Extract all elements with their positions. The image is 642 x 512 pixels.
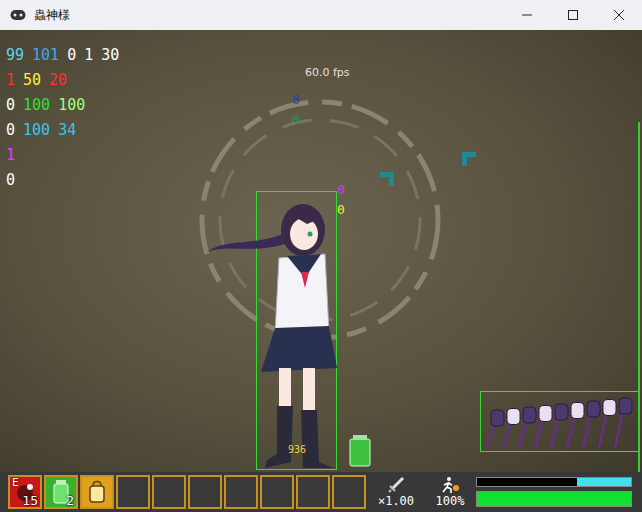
game-view[interactable]: 99101013015020010010001003410 60.0 fps 0…	[0, 30, 642, 472]
attack-stat: ×1.00	[372, 476, 420, 508]
schoolgirl-icon	[257, 192, 338, 471]
debug-value: 0	[67, 46, 76, 64]
canister-icon	[349, 435, 371, 467]
debug-value: 100	[23, 121, 50, 139]
inventory-slot[interactable]: E 15	[8, 475, 42, 509]
debug-marker: 0	[292, 112, 300, 127]
debug-value: 101	[32, 46, 59, 64]
debug-row: 0 100 34	[6, 117, 119, 142]
inventory-slot[interactable]	[188, 475, 222, 509]
debug-value: 1	[6, 71, 15, 89]
screen-edge-line	[638, 122, 640, 472]
inventory-slot[interactable]	[116, 475, 150, 509]
debug-value: 20	[49, 71, 67, 89]
debug-value: 50	[23, 71, 41, 89]
debug-value: 30	[101, 46, 119, 64]
inventory-slot[interactable]	[260, 475, 294, 509]
debug-row: 1 50 20	[6, 67, 119, 92]
debug-overlay: 99101013015020010010001003410	[6, 42, 119, 192]
inventory-slot[interactable]	[332, 475, 366, 509]
minimize-icon	[522, 10, 532, 20]
debug-value: 0	[6, 121, 15, 139]
minimize-button[interactable]	[504, 0, 550, 30]
sword-icon	[387, 476, 405, 494]
player-hitbox	[256, 191, 337, 470]
inventory-slot[interactable]: 2	[44, 475, 78, 509]
debug-marker: 0	[337, 202, 345, 217]
debug-row: 991010130	[6, 42, 119, 67]
damage-number: 936	[288, 444, 306, 455]
hud-bar: E 15 2 ×1.00 100%	[0, 472, 642, 512]
fps-counter: 60.0 fps	[305, 66, 350, 79]
debug-value: 100	[58, 96, 85, 114]
debug-row: 0 100 100	[6, 92, 119, 117]
maximize-icon	[568, 10, 578, 20]
inventory-slot[interactable]	[80, 475, 114, 509]
gamepad-icon	[10, 9, 26, 21]
stamina-fill	[577, 478, 631, 486]
inventory-slot[interactable]	[296, 475, 330, 509]
health-bar	[476, 491, 632, 507]
tile-marker-icon	[380, 172, 394, 186]
close-icon	[614, 10, 624, 20]
debug-value: 1	[84, 46, 93, 64]
centipede-icon	[481, 392, 641, 453]
debug-value: 100	[23, 96, 50, 114]
debug-value: 0	[6, 171, 15, 189]
slot-count: 2	[66, 493, 74, 508]
enemy-hitbox	[480, 391, 640, 452]
window-title: 蟲神様	[34, 7, 70, 24]
lantern-icon	[86, 480, 108, 504]
slot-count: 15	[22, 493, 38, 508]
maximize-button[interactable]	[550, 0, 596, 30]
attack-multiplier: ×1.00	[378, 494, 414, 508]
debug-marker: 0	[337, 182, 345, 197]
slot-label: E	[12, 476, 19, 489]
debug-marker: 0	[292, 92, 300, 107]
tile-marker-icon	[462, 152, 476, 166]
debug-value: 99	[6, 46, 24, 64]
debug-row: 1	[6, 142, 119, 167]
debug-row: 0	[6, 167, 119, 192]
health-fill	[477, 492, 631, 506]
speed-percent: 100%	[436, 494, 465, 508]
speed-stat: 100%	[426, 476, 474, 508]
stamina-bar	[476, 477, 632, 487]
game-window: 蟲神様 99101013015020010010001003410 60.0 f…	[0, 0, 642, 512]
close-button[interactable]	[596, 0, 642, 30]
debug-value: 1	[6, 146, 15, 164]
inventory-slot[interactable]	[224, 475, 258, 509]
debug-value: 34	[58, 121, 76, 139]
title-bar: 蟲神様	[0, 0, 642, 30]
runner-icon	[440, 476, 460, 494]
inventory-slot[interactable]	[152, 475, 186, 509]
debug-value: 0	[6, 96, 15, 114]
